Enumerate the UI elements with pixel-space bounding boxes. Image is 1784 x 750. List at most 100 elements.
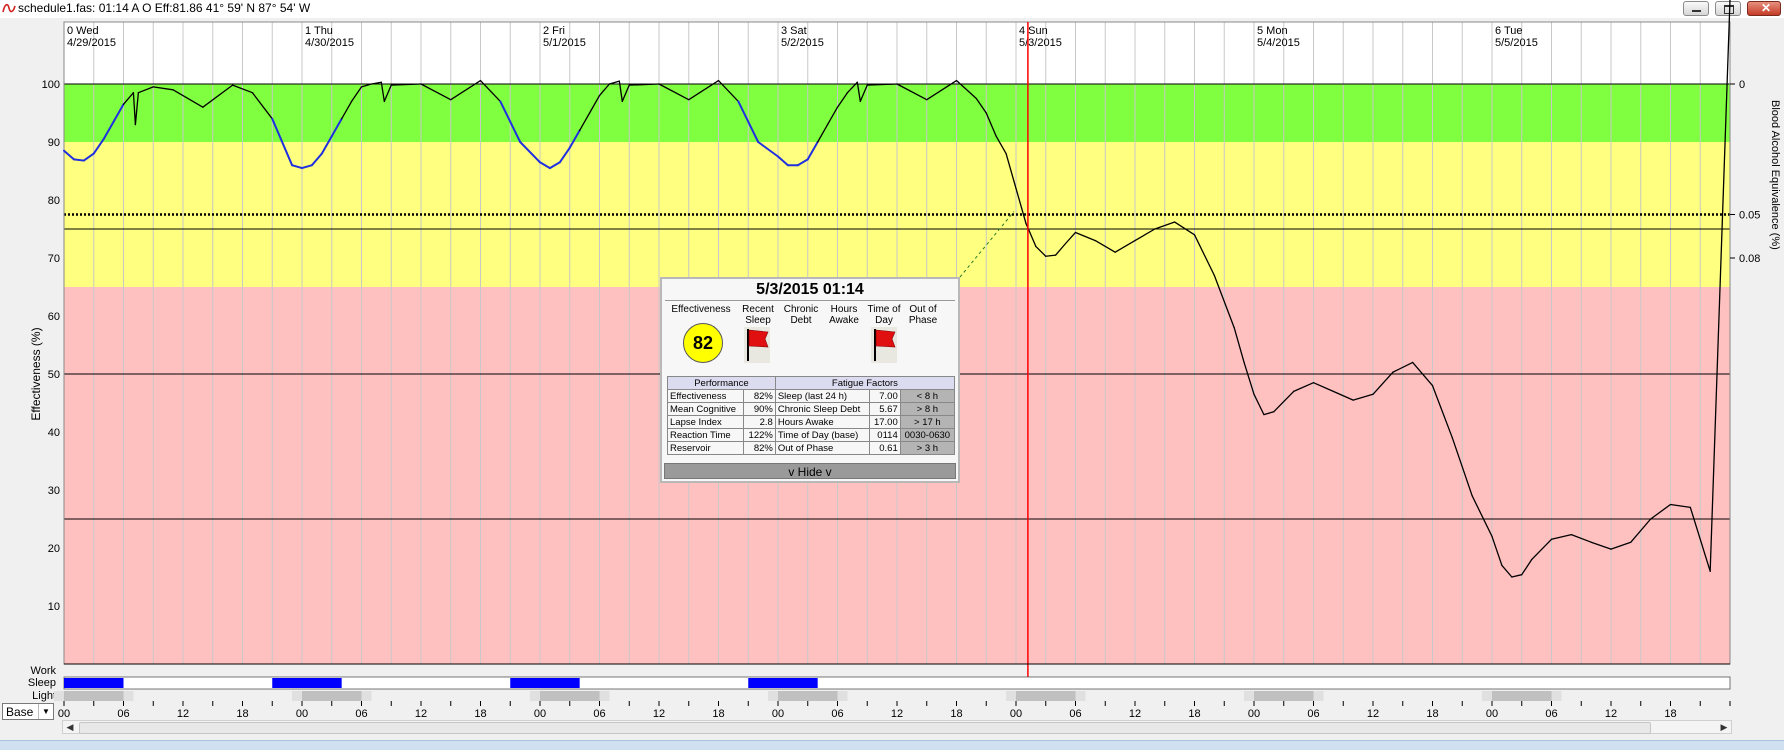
x-tick-label: 18 [236, 708, 248, 720]
y-tick-label: 80 [48, 195, 60, 207]
popup-title: 5/3/2015 01:14 [756, 281, 864, 298]
recent-sleep-flag-icon [744, 327, 770, 363]
dark-block [1016, 691, 1076, 701]
perf-value: 82% [743, 389, 776, 403]
fatigue-table: Performance Fatigue Factors Effectivenes… [666, 376, 956, 455]
fatigue-factors-header: Fatigue Factors [774, 376, 956, 390]
factor-threshold: > 3 h [899, 441, 956, 455]
hide-popup-button[interactable]: v Hide v [664, 463, 956, 479]
x-tick-label: 00 [1010, 708, 1022, 720]
y-tick-label: 50 [48, 369, 60, 381]
sleep-block [272, 678, 342, 688]
sleep-block [64, 678, 124, 688]
table-row: Effectiveness 82% Sleep (last 24 h) 7.00… [666, 389, 956, 403]
factor-value: 0.61 [868, 441, 901, 455]
y-tick-label: 20 [48, 543, 60, 555]
day-label: 1 Thu [305, 25, 333, 37]
factor-header-out-of-phase: Out of Phase [908, 304, 938, 326]
factor-value: 17.00 [868, 415, 901, 429]
factor-value: 7.00 [868, 389, 901, 403]
scroll-right-icon[interactable]: ▶ [1717, 721, 1731, 733]
factor-threshold: > 8 h [899, 402, 956, 416]
date-label: 4/30/2015 [305, 37, 354, 49]
performance-header: Performance [667, 376, 776, 390]
scale-select[interactable]: Base ▼ [2, 703, 54, 720]
date-label: 5/1/2015 [543, 37, 586, 49]
x-tick-label: 12 [177, 708, 189, 720]
day-label: 5 Mon [1257, 25, 1288, 37]
perf-label: Mean Cognitive [666, 402, 745, 416]
y2-tick-label: 0 [1739, 79, 1745, 91]
y2-axis-label: Blood Alcohol Equivalence (%) [1769, 100, 1781, 250]
x-tick-label: 06 [1307, 708, 1319, 720]
factor-threshold: < 8 h [899, 389, 956, 403]
popup-divider [665, 300, 955, 301]
factor-header-time-of-day: Time of Day [867, 304, 901, 326]
perf-value: 82% [743, 441, 776, 455]
dark-block [778, 691, 838, 701]
x-tick-label: 18 [1426, 708, 1438, 720]
factor-label: Hours Awake [774, 415, 870, 429]
scale-select-value: Base [6, 705, 34, 719]
info-popup[interactable]: 5/3/2015 01:14 Effectiveness Recent Slee… [660, 277, 960, 483]
x-tick-label: 12 [891, 708, 903, 720]
perf-label: Lapse Index [666, 415, 745, 429]
x-tick-label: 18 [950, 708, 962, 720]
x-tick-label: 18 [474, 708, 486, 720]
dark-block [1254, 691, 1314, 701]
x-tick-label: 18 [712, 708, 724, 720]
table-header-row: Performance Fatigue Factors [667, 376, 956, 390]
x-tick-label: 00 [58, 708, 70, 720]
x-tick-label: 00 [1486, 708, 1498, 720]
day-label: 6 Tue [1495, 25, 1523, 37]
y-tick-label: 30 [48, 485, 60, 497]
factor-header-recent-sleep: Recent Sleep [742, 304, 774, 326]
x-tick-label: 18 [1188, 708, 1200, 720]
x-tick-label: 12 [1605, 708, 1617, 720]
x-tick-label: 06 [831, 708, 843, 720]
date-label: 4/29/2015 [67, 37, 116, 49]
x-tick-label: 00 [534, 708, 546, 720]
dark-block [64, 691, 124, 701]
y-tick-label: 40 [48, 427, 60, 439]
x-tick-label: 06 [1069, 708, 1081, 720]
x-tick-label: 12 [415, 708, 427, 720]
perf-value: 90% [743, 402, 776, 416]
x-tick-label: 00 [296, 708, 308, 720]
factor-header-chronic-debt: Chronic Debt [783, 304, 819, 326]
date-label: 5/5/2015 [1495, 37, 1538, 49]
horizontal-scrollbar[interactable]: ◀ ▶ [62, 720, 1732, 734]
table-row: Reservoir 82% Out of Phase 0.61 > 3 h [666, 441, 956, 455]
y-tick-label: 60 [48, 311, 60, 323]
effectiveness-segment [72, 158, 85, 162]
perf-value: 122% [743, 428, 776, 442]
chevron-down-icon: ▼ [38, 704, 53, 719]
factor-header-effectiveness: Effectiveness [671, 304, 731, 315]
table-row: Reaction Time 122% Time of Day (base) 01… [666, 428, 956, 442]
x-tick-label: 06 [593, 708, 605, 720]
sleep-label: Sleep [28, 677, 56, 689]
y-tick-label: 10 [48, 601, 60, 613]
x-tick-label: 06 [355, 708, 367, 720]
factor-label: Time of Day (base) [774, 428, 870, 442]
x-tick-label: 12 [1129, 708, 1141, 720]
factor-label: Out of Phase [774, 441, 870, 455]
factor-header-hours-awake: Hours Awake [829, 304, 859, 326]
factor-label: Sleep (last 24 h) [774, 389, 870, 403]
scrollbar-thumb[interactable] [79, 722, 1651, 734]
scroll-left-icon[interactable]: ◀ [63, 721, 77, 733]
y-axis-label: Effectiveness (%) [29, 327, 43, 420]
date-label: 5/4/2015 [1257, 37, 1300, 49]
dark-block [1492, 691, 1552, 701]
day-label: 2 Fri [543, 25, 565, 37]
day-label: 0 Wed [67, 25, 99, 37]
light-label: Light [32, 690, 56, 702]
x-tick-label: 06 [1545, 708, 1557, 720]
x-tick-label: 18 [1664, 708, 1676, 720]
sleep-block [510, 678, 580, 688]
day-label: 4 Sun [1019, 25, 1048, 37]
y-tick-label: 90 [48, 137, 60, 149]
work-label: Work [31, 665, 57, 677]
x-tick-label: 12 [1367, 708, 1379, 720]
day-label: 3 Sat [781, 25, 807, 37]
